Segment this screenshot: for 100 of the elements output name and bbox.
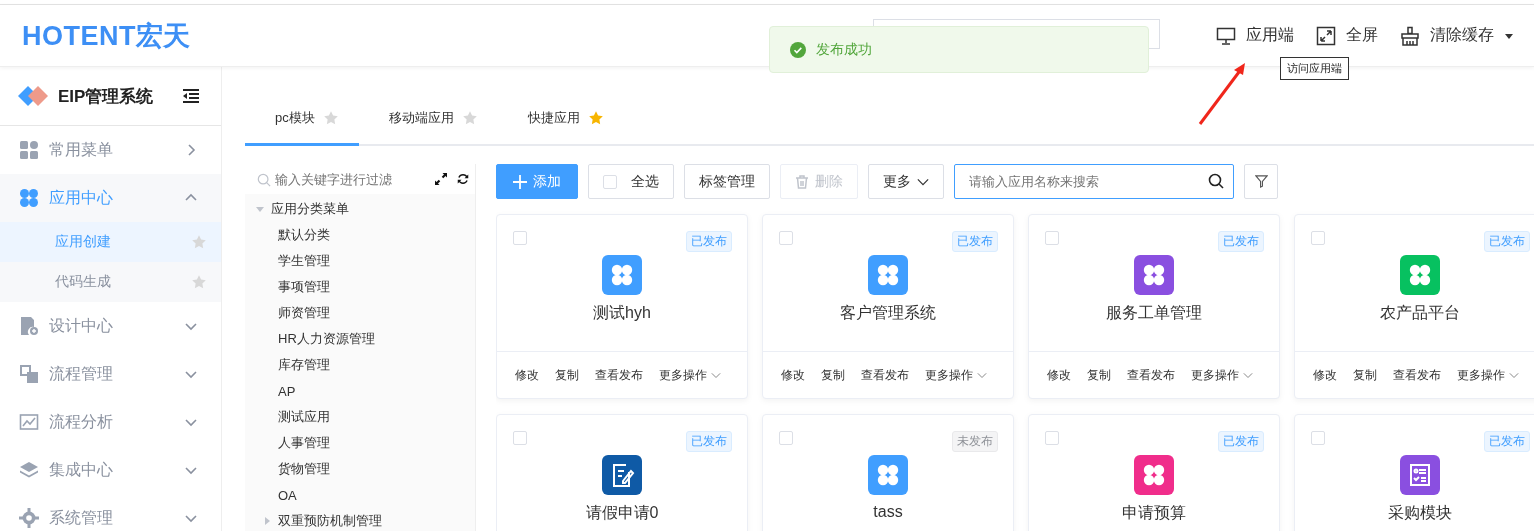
card-action-link[interactable]: 复制 [815, 366, 851, 384]
status-tag: 已发布 [952, 231, 998, 252]
select-all-checkbox[interactable]: 全选 [588, 164, 674, 199]
search-icon [1208, 173, 1224, 189]
status-tag: 已发布 [686, 431, 732, 452]
checkbox[interactable] [1311, 431, 1325, 445]
logo: HOTENT宏天 [22, 19, 191, 53]
caret-icon[interactable] [255, 204, 265, 214]
app-name: 服务工单管理 [1106, 303, 1202, 323]
tree-item[interactable]: 双重预防机制管理 [278, 512, 382, 530]
clover-icon [19, 188, 39, 208]
tree-item[interactable]: 默认分类 [278, 226, 330, 244]
status-tag: 已发布 [1484, 431, 1530, 452]
monitor-icon [1216, 25, 1236, 46]
diamond-logo-icon [18, 84, 50, 108]
tag-management-button[interactable]: 标签管理 [684, 164, 770, 199]
chevron-icon [1509, 370, 1519, 380]
tree-item[interactable]: 人事管理 [278, 434, 330, 452]
system-title: EIP管理系统 [58, 85, 155, 108]
app-card[interactable]: 已发布 申请预算 [1028, 414, 1280, 531]
star-icon[interactable] [322, 110, 339, 126]
card-action-link[interactable]: 更多操作 [1451, 366, 1525, 384]
card-action-link[interactable]: 修改 [1307, 366, 1343, 384]
tree-item[interactable]: 应用分类菜单 [271, 200, 349, 218]
card-action-link[interactable]: 复制 [549, 366, 585, 384]
filter-icon [1254, 175, 1268, 188]
app-name: 客户管理系统 [840, 303, 936, 323]
tab[interactable]: pc模块 [245, 109, 359, 146]
star-icon[interactable] [191, 234, 207, 250]
header-action[interactable]: 清除缓存 [1400, 25, 1514, 46]
filter-button[interactable] [1244, 164, 1278, 199]
app-card[interactable]: 已发布 客户管理系统 修改 复制 查看发布 更多操作 [762, 214, 1014, 399]
card-action-link[interactable]: 修改 [509, 366, 545, 384]
header-action[interactable]: 应用端 [1216, 25, 1294, 46]
status-tag: 已发布 [686, 231, 732, 252]
checkbox[interactable] [513, 231, 527, 245]
card-action-link[interactable]: 复制 [1081, 366, 1117, 384]
fullscreen-icon [1316, 25, 1336, 46]
card-action-link[interactable]: 复制 [1347, 366, 1383, 384]
app-card[interactable]: 已发布 采购模块 [1294, 414, 1534, 531]
app-name: tass [873, 503, 903, 521]
trash-icon [795, 174, 809, 189]
tree-item[interactable]: 师资管理 [278, 304, 330, 322]
annotation-arrow [1198, 60, 1248, 126]
chevron-icon [1243, 370, 1253, 380]
card-action-link[interactable]: 查看发布 [855, 366, 915, 384]
tree-item[interactable]: 学生管理 [278, 252, 330, 270]
card-action-link[interactable]: 查看发布 [1387, 366, 1447, 384]
app-name: 农产品平台 [1380, 303, 1460, 323]
refresh-icon[interactable] [457, 171, 469, 187]
plus-icon [513, 174, 527, 189]
caret-icon[interactable] [262, 516, 272, 526]
app-search-field[interactable]: 请输入应用名称来搜索 [954, 164, 1234, 199]
checkbox[interactable] [779, 431, 793, 445]
tree-item[interactable]: 测试应用 [278, 408, 330, 426]
card-action-link[interactable]: 更多操作 [1185, 366, 1259, 384]
star-icon[interactable] [587, 110, 604, 126]
card-action-link[interactable]: 修改 [1041, 366, 1077, 384]
tab[interactable]: 移动端应用 [358, 109, 498, 146]
broom-icon [1400, 25, 1420, 46]
chevron-icon [711, 370, 721, 380]
tree-item[interactable]: 事项管理 [278, 278, 330, 296]
tab[interactable]: 快捷应用 [497, 109, 624, 146]
app-card[interactable]: 已发布 服务工单管理 修改 复制 查看发布 更多操作 [1028, 214, 1280, 399]
apps-icon [19, 140, 39, 160]
star-icon[interactable] [461, 110, 478, 126]
more-dropdown[interactable]: 更多 [868, 164, 944, 199]
tree-item[interactable]: 库存管理 [278, 356, 330, 374]
app-card[interactable]: 已发布 农产品平台 修改 复制 查看发布 更多操作 [1294, 214, 1534, 399]
card-action-link[interactable]: 更多操作 [919, 366, 993, 384]
app-name: 采购模块 [1388, 503, 1452, 523]
star-icon[interactable] [191, 274, 207, 290]
app-name: 申请预算 [1122, 503, 1186, 523]
status-tag: 已发布 [1218, 231, 1264, 252]
toast-text: 发布成功 [816, 40, 872, 59]
chevron-icon [977, 370, 987, 380]
tree-item[interactable]: AP [278, 383, 296, 399]
tree-item[interactable]: 货物管理 [278, 460, 330, 478]
tree-item[interactable]: HR人力资源管理 [278, 330, 375, 348]
settings-icon [19, 508, 39, 528]
checkbox[interactable] [1311, 231, 1325, 245]
card-action-link[interactable]: 更多操作 [653, 366, 727, 384]
status-tag: 未发布 [952, 431, 998, 452]
card-action-link[interactable]: 查看发布 [589, 366, 649, 384]
app-card[interactable]: 已发布 请假申请0 [496, 414, 748, 531]
header-action[interactable]: 全屏 [1316, 25, 1378, 46]
checkbox[interactable] [779, 231, 793, 245]
card-action-link[interactable]: 查看发布 [1121, 366, 1181, 384]
app-card[interactable]: 未发布 tass [762, 414, 1014, 531]
success-icon [790, 41, 806, 58]
line-chart-icon [19, 412, 39, 432]
collapse-menu-icon[interactable] [183, 89, 199, 103]
status-tag: 已发布 [1484, 231, 1530, 252]
checkbox[interactable] [513, 431, 527, 445]
card-action-link[interactable]: 修改 [775, 366, 811, 384]
expand-icon[interactable] [435, 171, 447, 187]
app-card[interactable]: 已发布 测试hyh 修改 复制 查看发布 更多操作 [496, 214, 748, 399]
tree-item[interactable]: OA [278, 487, 297, 503]
checkbox[interactable] [1045, 231, 1059, 245]
checkbox[interactable] [1045, 431, 1059, 445]
